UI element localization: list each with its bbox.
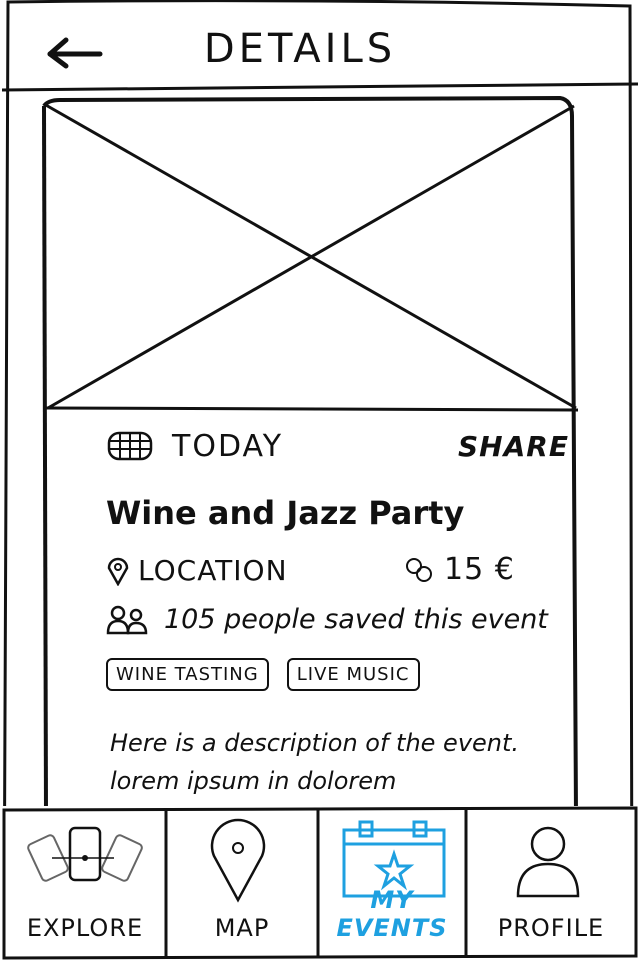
event-date: TODAY — [172, 428, 284, 464]
nav-profile-label: PROFILE — [497, 914, 605, 942]
person-icon — [516, 826, 580, 898]
share-button[interactable]: SHARE — [458, 430, 569, 463]
event-location: LOCATION — [138, 554, 288, 587]
date-row: TODAY — [106, 426, 283, 466]
tag-live-music[interactable]: LIVE MUSIC — [286, 658, 420, 691]
event-title: Wine and Jazz Party — [106, 494, 465, 532]
nav-map-label: MAP — [214, 914, 270, 942]
bottom-nav: EXPLORE MAP MY EVENTS PROFILE — [0, 806, 640, 960]
event-image-placeholder — [43, 102, 579, 412]
price-row: 15 € — [404, 552, 515, 587]
ticket-icon — [406, 557, 432, 582]
location-row[interactable]: LOCATION — [106, 554, 288, 587]
tag-wine-tasting[interactable]: WINE TASTING — [106, 658, 269, 691]
back-button[interactable] — [40, 30, 110, 76]
nav-profile[interactable]: PROFILE — [466, 806, 636, 960]
tag-list: WINE TASTING LIVE MUSIC — [106, 658, 420, 691]
calendar-icon — [107, 431, 153, 461]
event-price: 15 € — [444, 552, 515, 587]
saved-count-text: 105 people saved this event — [164, 604, 548, 635]
location-pin-icon — [107, 557, 129, 586]
event-description: Here is a description of the event. lore… — [110, 729, 520, 795]
nav-my-events-label: MY EVENTS — [336, 886, 448, 942]
nav-map[interactable]: MAP — [166, 806, 318, 960]
map-pin-icon — [210, 818, 266, 903]
arrow-left-icon — [47, 37, 103, 69]
cards-icon — [27, 826, 143, 882]
people-icon — [106, 605, 148, 634]
nav-explore-label: EXPLORE — [26, 914, 144, 942]
nav-explore[interactable]: EXPLORE — [4, 806, 166, 960]
nav-my-events[interactable]: MY EVENTS — [318, 806, 466, 960]
page-title: DETAILS — [203, 26, 397, 72]
saved-row: 105 people saved this event — [106, 604, 548, 635]
